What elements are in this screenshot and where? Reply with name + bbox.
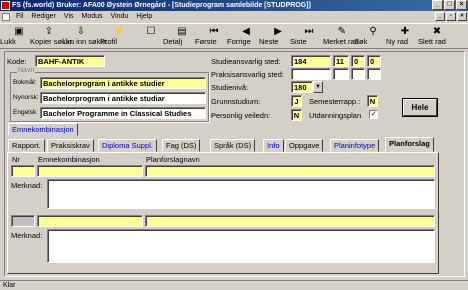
menu-vindu[interactable]: Vindu bbox=[111, 13, 129, 20]
row1-merknad-label: Merknad: bbox=[11, 181, 43, 190]
semesterrapp-label: Semesterrapp.: bbox=[309, 97, 361, 106]
tab-diploma-suppl[interactable]: Diploma Suppl. bbox=[98, 139, 157, 152]
column-header-emnekombinasjon: Emnekombinasjon bbox=[38, 155, 100, 164]
tab-info[interactable]: Info bbox=[263, 139, 284, 152]
praksisansvarlig-field-4[interactable] bbox=[367, 68, 381, 80]
toolbar-button-slett-rad[interactable]: ✖ Slett rad bbox=[418, 26, 456, 48]
grunnstudium-label: Grunnstudium: bbox=[211, 97, 261, 106]
personlig-veiledn-field[interactable]: N bbox=[291, 109, 302, 121]
studieansvarlig-label: Studieansvarlig sted: bbox=[211, 57, 281, 66]
kode-field[interactable]: BAHF-ANTIK bbox=[35, 55, 105, 67]
navn-group: Navn Bokmål: Bachelorprogram i antikke s… bbox=[10, 67, 209, 122]
toolbar-button-lim-inn[interactable]: ⇩ Lim inn søkkr. bbox=[62, 26, 108, 48]
planforslag-panel: Nr Emnekombinasjon Planforslagnavn Merkn… bbox=[7, 152, 439, 274]
row2-merknad-label: Merknad: bbox=[11, 231, 43, 240]
window-title: FS (fs.world) Bruker: AFA00 Øystein Ørne… bbox=[12, 2, 311, 9]
chevron-down-icon: ▼ bbox=[315, 84, 321, 90]
studieansvarlig-field-3[interactable]: 0 bbox=[351, 55, 365, 67]
menu-vis[interactable]: Vis bbox=[64, 13, 74, 20]
tab-sprak-ds[interactable]: Språk (DS) bbox=[210, 139, 256, 152]
row1-emnekombinasjon-field[interactable] bbox=[37, 165, 143, 177]
engelsk-field[interactable]: Bachelor Programme in Classical Studies bbox=[40, 107, 206, 119]
row2-nr-field[interactable] bbox=[11, 215, 35, 227]
row1-planforslagnavn-field[interactable] bbox=[145, 165, 435, 177]
grunnstudium-field[interactable]: J bbox=[291, 95, 302, 107]
bokmal-label: Bokmål: bbox=[13, 79, 37, 86]
navn-group-title: Navn bbox=[17, 67, 36, 74]
tab-rapport[interactable]: Rapport. bbox=[8, 139, 45, 152]
row1-nr-field[interactable] bbox=[11, 165, 35, 177]
personlig-veiledn-label: Personlig veiledn: bbox=[211, 111, 271, 120]
minimize-button[interactable]: _ bbox=[432, 0, 443, 10]
studieniva-dropdown[interactable]: ▼ bbox=[313, 81, 323, 93]
praksisansvarlig-label: Praksisansvarlig sted: bbox=[211, 70, 284, 79]
bokmal-field[interactable]: Bachelorprogram i antikke studier bbox=[40, 77, 206, 89]
utdanningsplan-label: Utdanningsplan bbox=[309, 111, 362, 120]
nynorsk-label: Nynorsk: bbox=[13, 94, 39, 101]
tab-emnekombinasjon[interactable]: Emnekombinasjon bbox=[8, 123, 78, 136]
app-icon bbox=[1, 1, 10, 10]
praksisansvarlig-field-2[interactable] bbox=[333, 68, 349, 80]
hele-button[interactable]: Hele bbox=[403, 99, 437, 116]
studieansvarlig-field-2[interactable]: 11 bbox=[333, 55, 349, 67]
row2-emnekombinasjon-field[interactable] bbox=[37, 215, 143, 227]
mdi-restore-button[interactable]: ▫ bbox=[446, 12, 456, 21]
toolbar: ▣ Lukk ⇪ Kopier søkkr. ⇩ Lim inn søkkr. … bbox=[0, 23, 468, 49]
menu-modus[interactable]: Modus bbox=[82, 13, 103, 20]
vertical-scrollbar[interactable] bbox=[456, 52, 464, 276]
row2-planforslagnavn-field[interactable] bbox=[145, 215, 435, 227]
menu-bar: Fil Rediger Vis Modus Vindu Hjelp _ ▫ × bbox=[0, 11, 468, 22]
document-icon[interactable] bbox=[2, 12, 10, 21]
tab-fag-ds[interactable]: Fag (DS) bbox=[162, 139, 201, 152]
row1-merknad-field[interactable] bbox=[47, 179, 435, 209]
column-header-nr: Nr bbox=[12, 155, 20, 164]
status-text: Klar bbox=[3, 282, 16, 289]
menu-fil[interactable]: Fil bbox=[16, 13, 23, 20]
menu-hjelp[interactable]: Hjelp bbox=[136, 13, 152, 20]
praksisansvarlig-field-1[interactable] bbox=[291, 68, 331, 80]
mdi-close-button[interactable]: × bbox=[457, 12, 467, 21]
column-header-planforslagnavn: Planforslagnavn bbox=[146, 155, 200, 164]
status-bar: Klar bbox=[0, 280, 468, 290]
nynorsk-field[interactable]: Bachelorprogram i antikke studiar bbox=[40, 92, 206, 104]
title-bar: FS (fs.world) Bruker: AFA00 Øystein Ørne… bbox=[0, 0, 468, 11]
row2-merknad-field[interactable] bbox=[47, 229, 435, 263]
studieniva-label: Studienivå: bbox=[211, 83, 249, 92]
tab-oppgave[interactable]: Oppgave bbox=[285, 139, 324, 152]
kode-label: Kode: bbox=[7, 57, 27, 66]
tab-praksiskrav[interactable]: Praksiskrav bbox=[47, 139, 94, 152]
close-button[interactable]: × bbox=[456, 0, 467, 10]
engelsk-label: Engelsk: bbox=[13, 109, 38, 116]
tab-planforslag[interactable]: Planforslag bbox=[385, 137, 434, 152]
studieansvarlig-field-1[interactable]: 184 bbox=[291, 55, 331, 67]
studieansvarlig-field-4[interactable]: 0 bbox=[367, 55, 381, 67]
maximize-button[interactable]: □ bbox=[444, 0, 455, 10]
utdanningsplan-checkbox[interactable]: ✓ bbox=[369, 110, 378, 119]
tab-planinfotype[interactable]: Planinfotype bbox=[330, 139, 380, 152]
menu-rediger[interactable]: Rediger bbox=[31, 13, 56, 20]
studieniva-field[interactable]: 180 bbox=[291, 81, 313, 93]
form-area: Kode: BAHF-ANTIK Navn Bokmål: Bachelorpr… bbox=[4, 51, 465, 277]
semesterrapp-field[interactable]: N bbox=[367, 95, 378, 107]
praksisansvarlig-field-3[interactable] bbox=[351, 68, 365, 80]
mdi-minimize-button[interactable]: _ bbox=[435, 12, 445, 21]
